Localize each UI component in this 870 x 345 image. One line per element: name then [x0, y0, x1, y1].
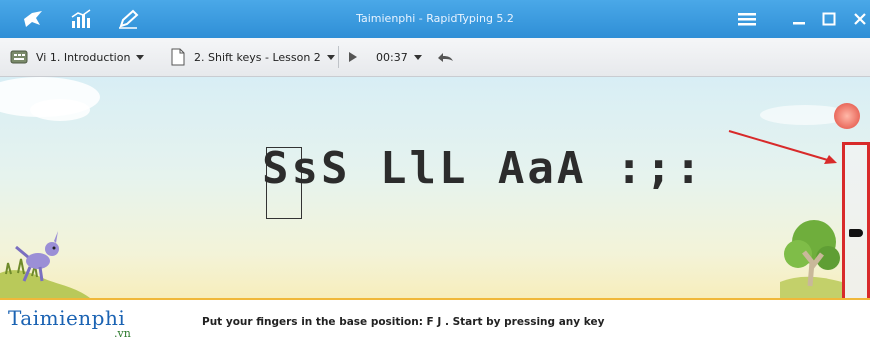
typing-text: SsS LlL AaA :;: [262, 143, 704, 194]
remaining-text: sS LlL AaA :;: [291, 143, 705, 194]
undo-button[interactable] [436, 47, 454, 67]
status-bar: Taimienphi .vn Put your fingers in the b… [0, 298, 870, 345]
current-char: S [262, 143, 292, 194]
creature-illustration [15, 231, 59, 282]
timer-label: 00:37 [376, 50, 408, 64]
close-button[interactable] [850, 6, 870, 32]
lesson-label: 2. Shift keys - Lesson 2 [194, 50, 321, 64]
course-label: Vi 1. Introduction [36, 50, 131, 64]
chevron-down-icon [413, 54, 422, 60]
brand-logo-suffix: .vn [114, 327, 131, 340]
menu-icon[interactable] [736, 6, 758, 32]
chevron-down-icon [136, 54, 145, 60]
brand-logo: Taimienphi [8, 306, 126, 330]
document-icon [170, 48, 186, 66]
timer-selector[interactable]: 00:37 [376, 47, 422, 67]
title-bar: Taimienphi - RapidTyping 5.2 [0, 0, 870, 38]
speed-marker-icon[interactable] [849, 229, 863, 237]
play-button[interactable] [348, 47, 358, 67]
play-icon [348, 51, 358, 63]
toolbar-divider [338, 46, 339, 68]
maximize-button[interactable] [818, 6, 840, 32]
sun-decoration [834, 103, 860, 129]
chevron-down-icon [326, 54, 335, 60]
course-selector[interactable]: Vi 1. Introduction [10, 47, 145, 67]
lesson-selector[interactable]: 2. Shift keys - Lesson 2 [170, 47, 335, 67]
tree-illustration [780, 220, 842, 298]
annotation-arrow [728, 130, 837, 164]
undo-icon [436, 51, 454, 63]
instruction-text: Put your fingers in the base position: F… [202, 316, 605, 328]
toolbar: Vi 1. Introduction 2. Shift keys - Lesso… [0, 38, 870, 77]
cloud-decoration [30, 99, 90, 121]
keyboard-icon [10, 49, 28, 65]
minimize-button[interactable] [788, 6, 810, 32]
typing-stage: SsS LlL AaA :;: [0, 77, 870, 298]
